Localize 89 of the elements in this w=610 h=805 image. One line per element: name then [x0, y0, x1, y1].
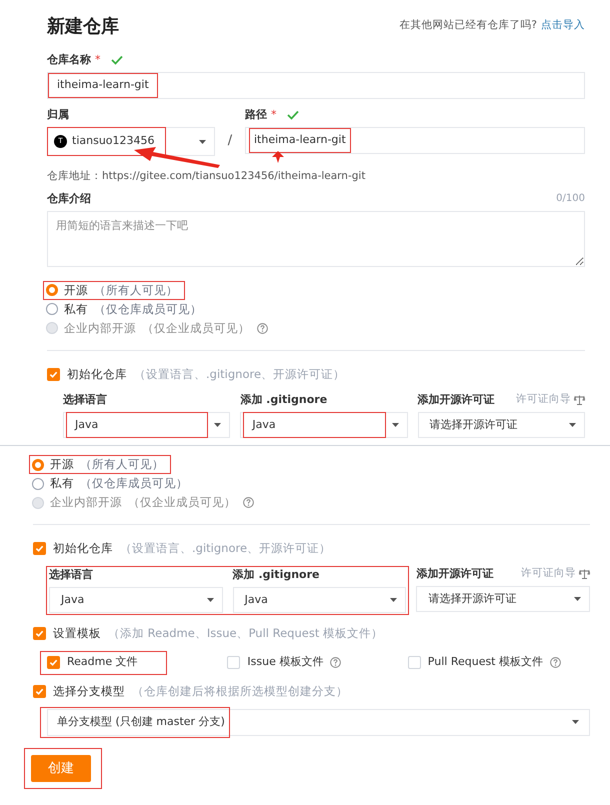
select-label: 添加 .gitignore: [232, 567, 320, 583]
select-field[interactable]: Java: [240, 412, 408, 438]
caret-icon: [199, 140, 206, 144]
radio-note: （仅仓库成员可见）: [94, 300, 202, 318]
select-value: Java: [75, 416, 98, 433]
radio-note: （仅仓库成员可见）: [80, 474, 188, 492]
checkbox[interactable]: [33, 627, 46, 640]
caret-icon: [572, 720, 579, 724]
select-value: Java: [244, 592, 268, 608]
radio-button[interactable]: [46, 284, 58, 296]
checkbox-label: 设置模板: [53, 625, 101, 642]
checkbox-label: 选择分支模型: [53, 682, 125, 700]
checkbox[interactable]: [227, 656, 240, 669]
radio-label: 开源: [50, 456, 74, 473]
help-icon[interactable]: [330, 657, 342, 668]
select-value: Java: [252, 416, 276, 433]
scale-icon: [579, 569, 590, 580]
radio-label: 私有: [64, 300, 88, 318]
select-label: 选择语言: [63, 392, 107, 408]
checkbox[interactable]: [408, 656, 421, 669]
caret-icon: [206, 598, 214, 602]
repo-name-input[interactable]: itheima-learn-git: [47, 72, 585, 99]
select-field[interactable]: 请选择开源许可证: [418, 412, 585, 438]
required-mark: *: [271, 106, 276, 123]
select-value: tiansuo123456: [72, 133, 155, 150]
field-label: 路径: [245, 106, 267, 123]
required-mark: *: [95, 52, 100, 68]
select-field[interactable]: Java: [63, 412, 230, 438]
select-label: 添加 .gitignore: [240, 392, 328, 408]
import-hint: 在其他网站已经有仓库了吗?: [399, 18, 537, 34]
radio-note: （所有人可见）: [80, 456, 164, 473]
radio-note: （仅企业成员可见）: [128, 494, 236, 511]
select-field[interactable]: 请选择开源许可证: [416, 586, 590, 612]
checkbox-label: 初始化仓库: [53, 540, 113, 557]
input-value: itheima-learn-git: [254, 132, 346, 148]
select-label: 添加开源许可证: [418, 392, 495, 408]
checkbox[interactable]: [47, 368, 60, 381]
checkbox-note: （添加 Readme、Issue、Pull Request 模板文件）: [108, 625, 384, 642]
select-value: Java: [61, 592, 84, 608]
caret-icon: [568, 423, 576, 427]
select-value: 请选择开源许可证: [428, 591, 516, 607]
path-input[interactable]: itheima-learn-git: [245, 127, 585, 154]
field-label: 仓库名称: [47, 52, 91, 68]
checkbox[interactable]: [47, 656, 60, 669]
checkbox-label: Readme 文件: [67, 654, 138, 670]
char-counter: 0/100: [556, 192, 585, 206]
checkbox-note: （仓库创建后将根据所选模型创建分支）: [132, 682, 348, 700]
select-value: 请选择开源许可证: [430, 416, 518, 433]
path-separator: /: [226, 132, 234, 150]
select-field[interactable]: Java: [49, 587, 223, 614]
description-input[interactable]: 用简短的语言来描述一下吧: [47, 210, 585, 267]
help-icon[interactable]: [550, 657, 561, 668]
radio-label: 企业内部开源: [50, 494, 122, 511]
radio-button[interactable]: [32, 458, 44, 470]
input-value: itheima-learn-git: [57, 77, 149, 94]
radio-button[interactable]: [46, 303, 58, 316]
scale-icon: [574, 395, 585, 405]
radio-label: 私有: [50, 474, 74, 492]
select-label: 添加开源许可证: [416, 566, 494, 582]
checkbox-label: Pull Request 模板文件: [428, 654, 543, 670]
checkmark-icon: [35, 629, 44, 638]
import-link[interactable]: 点击导入: [541, 18, 585, 34]
checkbox[interactable]: [33, 684, 46, 698]
checkmark-icon: [49, 370, 58, 379]
annotation-arrow: [272, 151, 284, 163]
checkmark-icon: [35, 544, 44, 554]
checkbox-label: 初始化仓库: [67, 366, 127, 383]
radio-note: （所有人可见）: [94, 282, 178, 299]
caret-icon: [390, 598, 398, 602]
radio-button[interactable]: [32, 478, 44, 490]
checkmark-icon: [35, 686, 44, 696]
caret-icon: [574, 597, 581, 602]
checkbox-note: （设置语言、.gitignore、开源许可证）: [120, 540, 332, 557]
radio-label: 开源: [64, 282, 88, 299]
select-value: 单分支模型 (只创建 master 分支): [57, 714, 225, 730]
radio-note: （仅企业成员可见）: [142, 320, 250, 337]
page-title: 新建仓库: [47, 14, 119, 38]
field-label: 归属: [47, 106, 69, 123]
select-label: 选择语言: [49, 567, 93, 583]
field-label: 仓库介绍: [47, 190, 91, 206]
repo-address: 仓库地址：https://gitee.com/tiansuo123456/itheima-learn-git: [47, 169, 366, 184]
checkbox-note: （设置语言、.gitignore、开源许可证）: [134, 366, 346, 383]
checkmark-icon: [49, 658, 58, 667]
caret-icon: [392, 423, 399, 427]
caret-icon: [214, 423, 222, 427]
checkbox[interactable]: [33, 542, 46, 556]
checkbox-label: Issue 模板文件: [247, 654, 324, 670]
radio-label: 企业内部开源: [64, 320, 136, 337]
select-field[interactable]: Java: [232, 587, 406, 614]
